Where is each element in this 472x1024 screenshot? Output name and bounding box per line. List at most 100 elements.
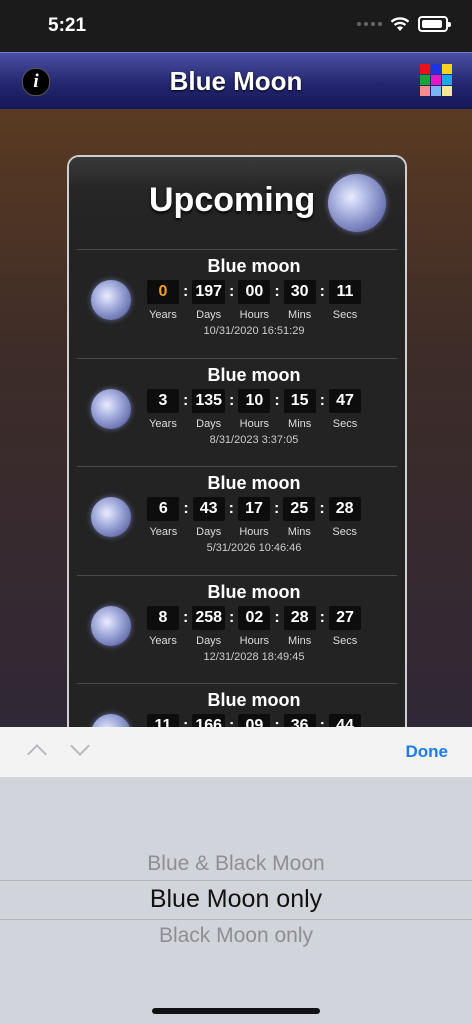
unit-label: Hours [239, 634, 270, 647]
event-name: Blue moon [207, 690, 301, 710]
countdown-days: 43 Days [192, 497, 225, 538]
countdown-value: 47 [329, 388, 361, 413]
countdown-mins: 30 Mins [283, 280, 316, 321]
countdown-value: 0 [146, 280, 179, 304]
countdown-value: 15 [283, 388, 316, 413]
picker-option-selected[interactable]: Blue Moon only [0, 885, 472, 914]
unit-label: Hours [239, 417, 270, 430]
event-name: Blue moon [207, 581, 301, 602]
grid-tile [420, 75, 430, 85]
countdown-mins: 25 Mins [283, 497, 316, 538]
event-name: Blue moon [207, 256, 301, 276]
separator: : [274, 608, 280, 626]
countdown-value: 00 [238, 280, 271, 304]
color-grid-button[interactable] [420, 64, 452, 96]
event-row[interactable]: Blue moon 0 Years:197 Days:00 Hours:30 Mins:1… [77, 249, 397, 358]
unit-label: Secs [332, 634, 358, 647]
unit-label: Secs [332, 526, 357, 538]
separator: : [319, 500, 325, 517]
grid-tile [442, 75, 452, 85]
countdown: 8 Years:258 Days:02 Hours:28 Mins:27 Secs [145, 605, 363, 647]
moon-icon [91, 497, 131, 537]
countdown-value: 258 [192, 605, 226, 630]
unit-label: Mins [288, 417, 312, 430]
countdown-value: 6 [147, 497, 180, 521]
picker-option[interactable]: Blue & Black Moon [0, 852, 472, 876]
countdown-secs: 28 Secs [328, 497, 361, 538]
battery-icon [418, 16, 451, 32]
separator: : [183, 500, 189, 517]
countdown-secs: 27 Secs [329, 605, 361, 647]
event-name: Blue moon [207, 364, 301, 385]
countdown-years: 3 Years [146, 388, 179, 430]
unit-label: Years [149, 417, 177, 430]
event-row[interactable]: Blue moon 6 Years:43 Days:17 Hours:25 Mins:28… [77, 466, 397, 575]
separator: : [319, 608, 325, 626]
countdown-days: 258 Days [192, 605, 226, 647]
grid-tile [431, 86, 441, 96]
grid-tile [431, 64, 441, 74]
unit-label: Mins [288, 634, 312, 647]
separator: : [229, 608, 235, 626]
separator: : [229, 391, 235, 409]
countdown-years: 8 Years [146, 605, 179, 647]
status-icons [357, 16, 451, 32]
grid-tile [442, 86, 452, 96]
separator: : [319, 391, 325, 409]
separator: : [229, 283, 235, 300]
event-datetime: 5/31/2026 10:46:46 [206, 542, 302, 554]
moon-icon [91, 605, 131, 646]
countdown-value: 17 [238, 497, 270, 521]
status-bar: 5:21 [0, 0, 472, 52]
separator: : [182, 391, 189, 409]
countdown: 6 Years:43 Days:17 Hours:25 Mins:28 Secs [145, 497, 363, 538]
done-button[interactable]: Done [406, 742, 449, 762]
countdown-value: 25 [283, 497, 316, 521]
unit-label: Days [196, 526, 222, 538]
countdown-value: 135 [192, 388, 226, 413]
next-chevron-icon[interactable] [70, 736, 90, 756]
previous-chevron-icon[interactable] [27, 744, 47, 764]
countdown-hours: 00 Hours [238, 280, 271, 321]
countdown-value: 8 [146, 605, 179, 630]
moon-icon [328, 174, 386, 232]
unit-label: Years [149, 634, 177, 647]
moon-icon [91, 280, 131, 320]
separator: : [182, 608, 189, 626]
event-name: Blue moon [207, 473, 301, 493]
page-title: Blue Moon [169, 66, 303, 96]
countdown-value: 3 [146, 388, 179, 413]
event-row[interactable]: Blue moon 8 Years:258 Days:02 Hours:28 Mins:2… [77, 574, 397, 684]
countdown-value: 11 [329, 280, 361, 304]
countdown-value: 10 [238, 388, 271, 413]
separator: : [228, 500, 234, 517]
unit-label: Days [196, 634, 222, 647]
countdown-days: 135 Days [192, 388, 226, 430]
unit-label: Days [196, 417, 222, 430]
countdown-value: 27 [329, 605, 361, 630]
countdown-hours: 10 Hours [238, 388, 271, 430]
unit-label: Secs [332, 309, 358, 321]
countdown-secs: 11 Secs [329, 280, 361, 321]
countdown-value: 30 [283, 280, 316, 304]
unit-label: Hours [239, 526, 269, 538]
countdown-value: 43 [192, 497, 225, 521]
picker-option[interactable]: Black Moon only [0, 924, 472, 948]
picker-toolbar: Done [0, 727, 472, 778]
mode-picker[interactable]: Blue & Black Moon Blue Moon only Black M… [0, 778, 472, 1024]
status-time: 5:21 [48, 15, 87, 36]
home-indicator [152, 1008, 320, 1014]
countdown-hours: 17 Hours [238, 497, 270, 538]
countdown-years: 6 Years [147, 497, 180, 538]
countdown: 3 Years:135 Days:10 Hours:15 Mins:47 Secs [145, 388, 363, 430]
separator: : [274, 500, 280, 517]
countdown: 0 Years:197 Days:00 Hours:30 Mins:11 Secs [145, 280, 363, 321]
event-row[interactable]: Blue moon 3 Years:135 Days:10 Hours:15 Mins:4… [77, 357, 397, 467]
card-title: Upcoming [149, 181, 316, 219]
countdown-mins: 28 Mins [283, 605, 316, 647]
unit-label: Hours [239, 309, 270, 321]
grid-tile [420, 64, 430, 74]
countdown-secs: 47 Secs [329, 388, 361, 430]
separator: : [274, 391, 280, 409]
unit-label: Days [196, 309, 222, 321]
